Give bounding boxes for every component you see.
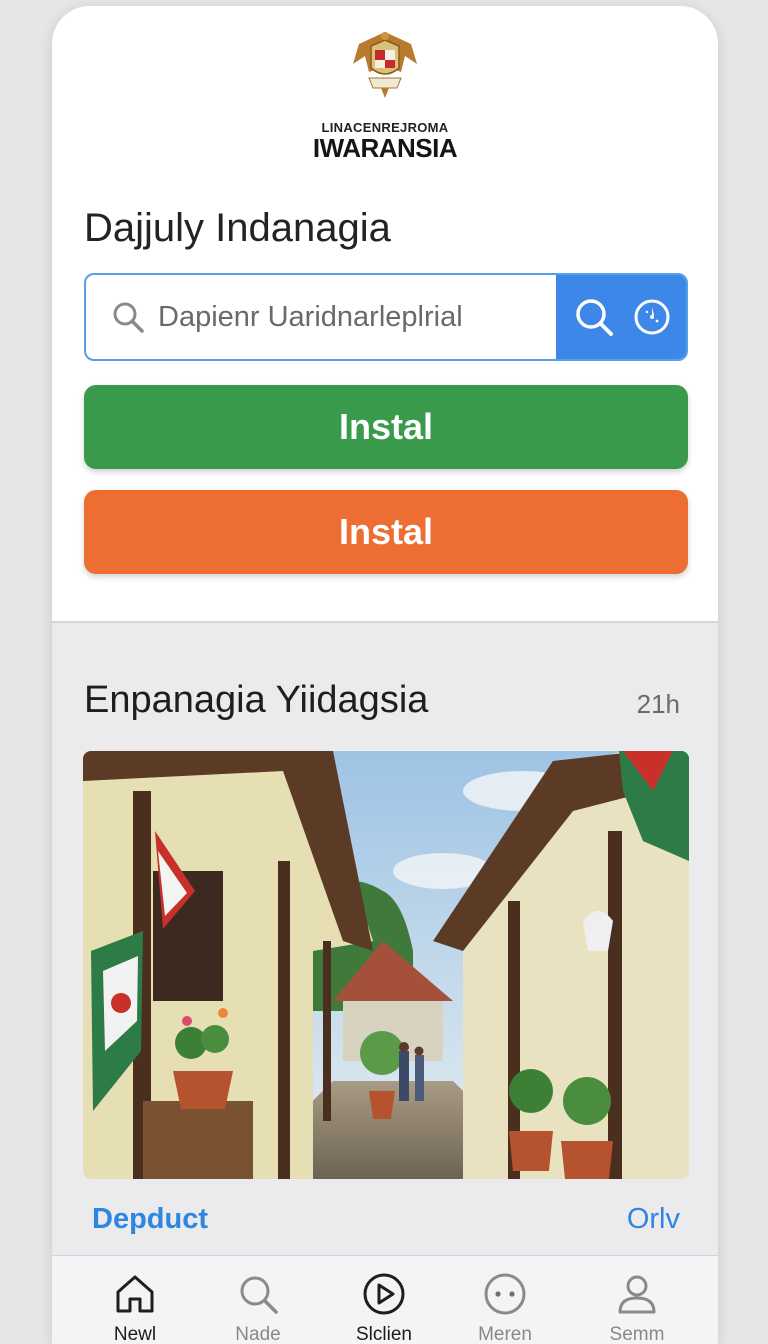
- tab-home[interactable]: Newl: [75, 1256, 195, 1344]
- search-input[interactable]: [158, 293, 548, 341]
- page-title: Dajjuly Indanagia: [84, 206, 391, 250]
- tab-play[interactable]: Slclien: [324, 1256, 444, 1344]
- search-icon: [113, 302, 144, 333]
- feed-timestamp: 21h: [636, 689, 680, 719]
- tab-label: Semm: [609, 1324, 665, 1344]
- emblem-logo: [353, 32, 417, 98]
- village-street-photo: [83, 751, 689, 1179]
- tab-search[interactable]: Nade: [198, 1256, 318, 1344]
- feed-secondary-link[interactable]: Orlv: [627, 1203, 680, 1236]
- bottom-tab-bar: Newl Nade Slclien Meren Semm: [52, 1255, 718, 1344]
- install-button-secondary[interactable]: Instal: [84, 490, 688, 574]
- install-button-primary[interactable]: Instal: [84, 385, 688, 469]
- search-icon: [240, 1276, 278, 1314]
- more-icon: [484, 1273, 526, 1315]
- tab-label: Slclien: [356, 1324, 412, 1344]
- tab-label: Newl: [113, 1324, 157, 1344]
- home-icon: [116, 1275, 154, 1313]
- play-icon: [363, 1273, 405, 1315]
- search-bar: [84, 273, 688, 361]
- search-submit-icon[interactable]: [572, 295, 616, 339]
- header-section: LINACENREJROMA IWARANSIA Dajjuly Indanag…: [52, 6, 718, 622]
- tab-label: Nade: [235, 1324, 281, 1344]
- feed-action-link[interactable]: Depduct: [92, 1203, 208, 1236]
- brand-title: IWARANSIA: [312, 133, 458, 163]
- feed-title: Enpanagia Yiidagsia: [84, 679, 429, 721]
- tab-label: Meren: [478, 1324, 532, 1344]
- tab-more[interactable]: Meren: [445, 1256, 565, 1344]
- compass-icon[interactable]: [630, 295, 674, 339]
- search-actions: [556, 275, 686, 359]
- tab-profile[interactable]: Semm: [577, 1256, 697, 1344]
- feed-card: Enpanagia Yiidagsia 21h Depduct Orlv: [52, 623, 718, 1255]
- phone-screen: LINACENREJROMA IWARANSIA Dajjuly Indanag…: [52, 6, 718, 1344]
- profile-icon: [618, 1275, 656, 1314]
